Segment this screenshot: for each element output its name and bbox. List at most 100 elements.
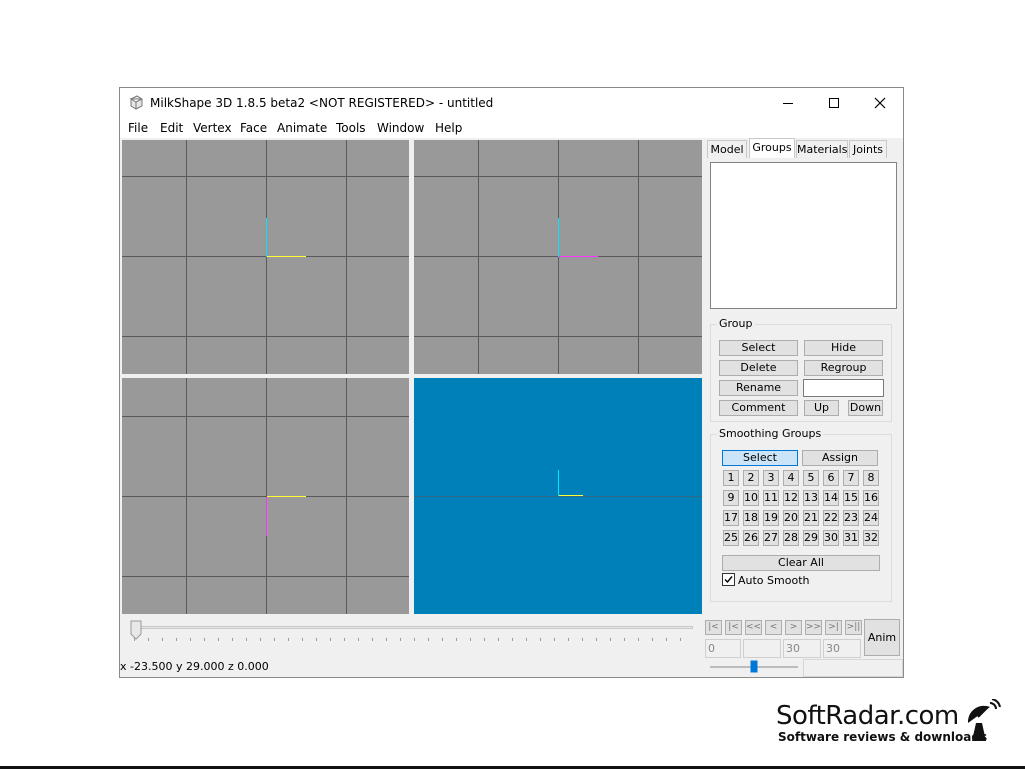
group-hide-button[interactable]: Hide [804, 340, 883, 356]
timeline-slider-thumb[interactable] [130, 620, 142, 640]
smoothing-group-27-button[interactable]: 27 [763, 530, 779, 546]
menu-window[interactable]: Window [377, 121, 424, 135]
smoothing-groups-label: Smoothing Groups [717, 427, 824, 440]
group-rename-input[interactable] [803, 379, 884, 397]
smoothing-group-32-button[interactable]: 32 [863, 530, 879, 546]
group-delete-button[interactable]: Delete [719, 360, 798, 376]
status-bar: x -23.500 y 29.000 z 0.000 [120, 658, 903, 677]
smoothing-group-14-button[interactable]: 14 [823, 490, 839, 506]
smoothing-group-15-button[interactable]: 15 [843, 490, 859, 506]
menu-tools[interactable]: Tools [336, 121, 366, 135]
menu-vertex[interactable]: Vertex [193, 121, 232, 135]
smoothing-group-24-button[interactable]: 24 [863, 510, 879, 526]
minimize-button[interactable] [765, 88, 811, 118]
frame-count-field-b[interactable]: 30 [823, 639, 861, 658]
close-button[interactable] [857, 88, 903, 118]
frame-count-field-a[interactable]: 30 [783, 639, 821, 658]
smoothing-group-19-button[interactable]: 19 [763, 510, 779, 526]
smoothing-group-26-button[interactable]: 26 [743, 530, 759, 546]
viewport-front[interactable] [122, 140, 409, 374]
animation-timeline [120, 618, 705, 658]
smoothing-group-5-button[interactable]: 5 [803, 470, 819, 486]
maximize-button[interactable] [811, 88, 857, 118]
smoothing-group-10-button[interactable]: 10 [743, 490, 759, 506]
anim-next-frame-button[interactable]: > [785, 620, 802, 635]
anim-first-frame-button[interactable]: |< [705, 620, 722, 635]
viewport-3d[interactable] [414, 378, 702, 614]
smoothing-group-21-button[interactable]: 21 [803, 510, 819, 526]
tab-groups[interactable]: Groups [749, 138, 795, 158]
smoothing-group-12-button[interactable]: 12 [783, 490, 799, 506]
timeline-ticks [134, 638, 681, 641]
menu-file[interactable]: File [128, 121, 148, 135]
speed-slider-thumb[interactable] [750, 660, 758, 673]
smoothing-group-7-button[interactable]: 7 [843, 470, 859, 486]
smoothing-clear-all-button[interactable]: Clear All [722, 555, 880, 571]
menu-animate[interactable]: Animate [277, 121, 327, 135]
auto-smooth-label: Auto Smooth [738, 574, 810, 587]
anim-forward-button[interactable]: >> [805, 620, 822, 635]
smoothing-group-23-button[interactable]: 23 [843, 510, 859, 526]
anim-rewind-button[interactable]: << [745, 620, 762, 635]
smoothing-group-25-button[interactable]: 25 [723, 530, 739, 546]
frame-blank-field[interactable] [743, 639, 781, 658]
app-window: MilkShape 3D 1.8.5 beta2 <NOT REGISTERED… [119, 87, 904, 678]
group-box-label: Group [717, 317, 755, 330]
group-rename-button[interactable]: Rename [719, 380, 798, 396]
anim-prev-key-button[interactable]: |< [725, 620, 742, 635]
smoothing-group-17-button[interactable]: 17 [723, 510, 739, 526]
smoothing-group-13-button[interactable]: 13 [803, 490, 819, 506]
smoothing-group-4-button[interactable]: 4 [783, 470, 799, 486]
menu-help[interactable]: Help [435, 121, 462, 135]
anim-last-frame-button[interactable]: >|| [845, 620, 862, 635]
anim-prev-frame-button[interactable]: < [765, 620, 782, 635]
watermark-subtitle: Software reviews & downloads [778, 730, 988, 744]
status-panel [803, 659, 903, 677]
smoothing-groups-box: Smoothing Groups Select Assign 123456789… [710, 427, 892, 602]
smoothing-select-button[interactable]: Select [722, 450, 798, 466]
timeline-track [133, 626, 693, 629]
close-icon [874, 97, 886, 109]
smoothing-group-22-button[interactable]: 22 [823, 510, 839, 526]
menu-edit[interactable]: Edit [160, 121, 183, 135]
smoothing-group-9-button[interactable]: 9 [723, 490, 739, 506]
smoothing-group-2-button[interactable]: 2 [743, 470, 759, 486]
smoothing-group-3-button[interactable]: 3 [763, 470, 779, 486]
menu-face[interactable]: Face [240, 121, 267, 135]
anim-button[interactable]: Anim [864, 619, 900, 656]
axis-gizmo-top [266, 496, 306, 536]
smoothing-group-6-button[interactable]: 6 [823, 470, 839, 486]
window-title: MilkShape 3D 1.8.5 beta2 <NOT REGISTERED… [150, 96, 494, 110]
groups-list[interactable] [710, 162, 897, 309]
smoothing-group-8-button[interactable]: 8 [863, 470, 879, 486]
smoothing-group-18-button[interactable]: 18 [743, 510, 759, 526]
current-frame-field[interactable]: 0 [705, 639, 741, 658]
menu-bar: File Edit Vertex Face Animate Tools Wind… [120, 118, 903, 138]
maximize-icon [829, 98, 839, 108]
group-regroup-button[interactable]: Regroup [804, 360, 883, 376]
group-select-button[interactable]: Select [719, 340, 798, 356]
satellite-dish-icon [967, 699, 1001, 741]
status-coords: x -23.500 y 29.000 z 0.000 [120, 660, 269, 673]
smoothing-assign-button[interactable]: Assign [802, 450, 878, 466]
group-down-button[interactable]: Down [848, 400, 883, 416]
viewport-side[interactable] [414, 140, 702, 374]
group-box: Group Select Hide Delete Regroup Rename … [710, 317, 892, 422]
smoothing-group-31-button[interactable]: 31 [843, 530, 859, 546]
smoothing-group-30-button[interactable]: 30 [823, 530, 839, 546]
smoothing-group-29-button[interactable]: 29 [803, 530, 819, 546]
anim-next-key-button[interactable]: >| [825, 620, 842, 635]
group-up-button[interactable]: Up [804, 400, 839, 416]
tab-joints[interactable]: Joints [849, 140, 887, 158]
smoothing-group-11-button[interactable]: 11 [763, 490, 779, 506]
axis-gizmo-side [558, 218, 598, 257]
viewport-top[interactable] [122, 378, 409, 614]
smoothing-group-20-button[interactable]: 20 [783, 510, 799, 526]
smoothing-group-28-button[interactable]: 28 [783, 530, 799, 546]
auto-smooth-checkbox[interactable] [722, 573, 735, 586]
smoothing-group-1-button[interactable]: 1 [723, 470, 739, 486]
smoothing-group-16-button[interactable]: 16 [863, 490, 879, 506]
group-comment-button[interactable]: Comment [719, 400, 798, 416]
tab-model[interactable]: Model [707, 140, 747, 158]
tab-materials[interactable]: Materials [796, 140, 848, 158]
